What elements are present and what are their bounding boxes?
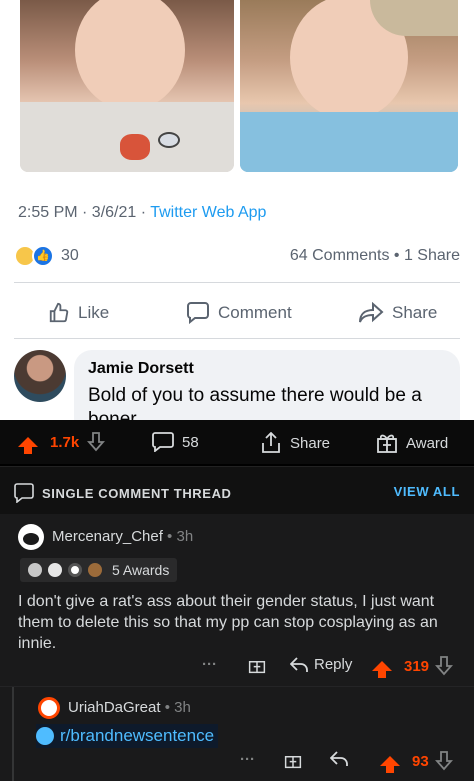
post-score: 1.7k [50, 433, 80, 451]
more-options-button[interactable]: ··· [202, 656, 217, 673]
thread-label-text: SINGLE COMMENT THREAD [42, 485, 232, 501]
reply-button[interactable] [330, 751, 348, 767]
gift-icon [377, 434, 397, 453]
more-options-button[interactable]: ··· [240, 751, 255, 768]
upvote-icon[interactable] [380, 756, 400, 773]
share-upload-icon [262, 432, 280, 453]
comment-bubble: Jamie Dorsett Bold of you to assume ther… [74, 350, 460, 420]
reply-score: 93 [412, 752, 429, 770]
divider [14, 338, 460, 339]
comment-score: 319 [404, 657, 430, 675]
gift-icon [248, 660, 266, 674]
reply-actions: ··· 93 [0, 751, 474, 779]
subreddit-icon [36, 727, 54, 745]
reply-comment: UriahDaGreat • 3h r/brandnewsentence ···… [0, 686, 474, 781]
comment-label: Comment [218, 303, 292, 322]
thread-bar: SINGLE COMMENT THREAD VIEW ALL [0, 466, 474, 514]
like-label: Like [78, 303, 110, 322]
comment-author[interactable]: Mercenary_Chef [52, 528, 163, 545]
fb-action-bar: Like Comment Share [14, 292, 460, 334]
reply-age: • 3h [160, 699, 191, 716]
comment-age: • 3h [162, 528, 194, 545]
comments-count: 58 [182, 433, 199, 451]
tweet-app-link[interactable]: Twitter Web App [150, 204, 266, 221]
user-avatar[interactable] [38, 697, 60, 719]
share-button[interactable]: Share [358, 302, 437, 324]
subreddit-link[interactable]: r/brandnewsentence [36, 724, 219, 748]
comment-body: I don't give a rat's ass about their gen… [18, 593, 438, 652]
reaction-icons[interactable]: 👍 [14, 245, 56, 267]
share-arrow-icon [359, 302, 384, 323]
tweet-timestamp: 2:55 PM · 3/6/21 · [18, 204, 151, 221]
award-icon [48, 563, 62, 577]
reply-vote-group: 93 [380, 751, 453, 773]
comment-bubble-icon [14, 483, 34, 503]
comment-author-line: Mercenary_Chef • 3h [52, 528, 193, 545]
gift-icon [284, 755, 302, 769]
award-label: Award [406, 434, 449, 452]
facebook-screenshot: 2:55 PM · 3/6/21 · Twitter Web App 👍 30 … [0, 0, 474, 420]
reply-author-line: UriahDaGreat • 3h [68, 699, 191, 716]
reply-arrow-icon [290, 656, 308, 672]
reply-arrow-icon [330, 751, 348, 766]
face-shape [75, 0, 185, 110]
comment-text: Bold of you to assume there would be a b… [88, 385, 422, 420]
commenter-avatar[interactable] [14, 350, 66, 402]
photo-right [240, 0, 458, 172]
commenter-name[interactable]: Jamie Dorsett [88, 360, 446, 378]
thumbs-up-icon [49, 302, 69, 323]
thread-label: SINGLE COMMENT THREAD [14, 483, 232, 503]
pin-shape [158, 132, 180, 148]
award-comment-button[interactable] [284, 751, 302, 769]
post-action-bar: 1.7k 58 Share Award [0, 420, 474, 464]
share-label: Share [392, 303, 438, 322]
award-icon [68, 563, 82, 577]
comment: Mercenary_Chef • 3h 5 Awards I don't giv… [0, 514, 474, 686]
comments-button[interactable]: 58 [152, 432, 199, 452]
award-comment-button[interactable] [248, 656, 266, 674]
upvote-icon[interactable] [372, 661, 392, 678]
like-button[interactable]: Like [48, 302, 109, 324]
comment-actions: ··· Reply 319 [0, 656, 474, 684]
downvote-icon[interactable] [434, 751, 453, 771]
user-avatar[interactable] [18, 524, 44, 550]
comment-bubble-icon [152, 432, 174, 452]
comment-share-counts[interactable]: 64 Comments • 1 Share [290, 247, 460, 265]
award-button[interactable]: Award [376, 432, 448, 454]
share-label: Share [290, 434, 331, 452]
photo-left [20, 0, 234, 172]
view-all-button[interactable]: VIEW ALL [394, 484, 460, 499]
downvote-icon[interactable] [435, 656, 454, 676]
divider [14, 282, 460, 283]
reply-author[interactable]: UriahDaGreat [68, 699, 161, 716]
downvote-icon[interactable] [87, 432, 106, 452]
speech-bubble-icon [187, 302, 209, 324]
reaction-row: 👍 30 64 Comments • 1 Share [14, 245, 460, 269]
tweet-meta: 2:55 PM · 3/6/21 · Twitter Web App [18, 204, 266, 222]
award-icon [28, 563, 42, 577]
awards-badge[interactable]: 5 Awards [20, 558, 178, 582]
reaction-count[interactable]: 30 [61, 247, 79, 265]
like-reaction-icon: 👍 [32, 245, 54, 267]
comment-button[interactable]: Comment [186, 302, 292, 324]
upvote-icon[interactable] [18, 437, 38, 454]
shirt-shape [240, 112, 458, 172]
comment-vote-group: 319 [372, 656, 454, 678]
reply-button[interactable]: Reply [290, 656, 352, 673]
share-post-button[interactable]: Share [260, 432, 330, 454]
subreddit-link-text: r/brandnewsentence [60, 726, 215, 745]
award-icon [88, 563, 102, 577]
post-vote-group: 1.7k [18, 432, 106, 454]
awards-count: 5 Awards [112, 562, 170, 578]
reply-label: Reply [314, 656, 353, 673]
pendant-shape [120, 134, 150, 160]
